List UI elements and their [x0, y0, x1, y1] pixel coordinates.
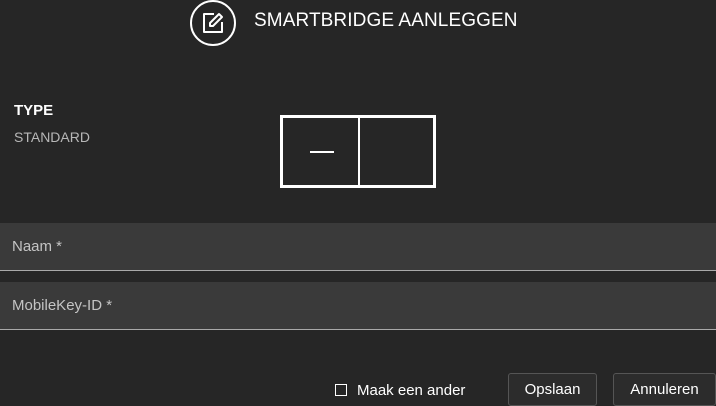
bridge-divider — [358, 118, 360, 185]
edit-icon — [190, 0, 236, 46]
naam-input[interactable] — [0, 223, 716, 270]
dialog-title: SMARTBRIDGE AANLEGGEN — [254, 10, 518, 31]
mobilekey-id-input[interactable] — [0, 282, 716, 329]
mobilekey-field[interactable] — [0, 282, 716, 330]
checkbox-box[interactable] — [335, 384, 347, 396]
cancel-button[interactable]: Annuleren — [613, 373, 716, 406]
naam-field[interactable] — [0, 223, 716, 271]
save-button[interactable]: Opslaan — [508, 373, 597, 406]
create-another-checkbox[interactable]: Maak een ander — [335, 381, 465, 399]
type-value: STANDARD — [14, 129, 90, 145]
create-another-label: Maak een ander — [357, 381, 466, 399]
dialog-header: SMARTBRIDGE AANLEGGEN — [0, 0, 716, 46]
type-label: TYPE — [14, 102, 54, 119]
bridge-dash-mark — [310, 151, 334, 153]
smartbridge-type-graphic — [280, 115, 436, 188]
